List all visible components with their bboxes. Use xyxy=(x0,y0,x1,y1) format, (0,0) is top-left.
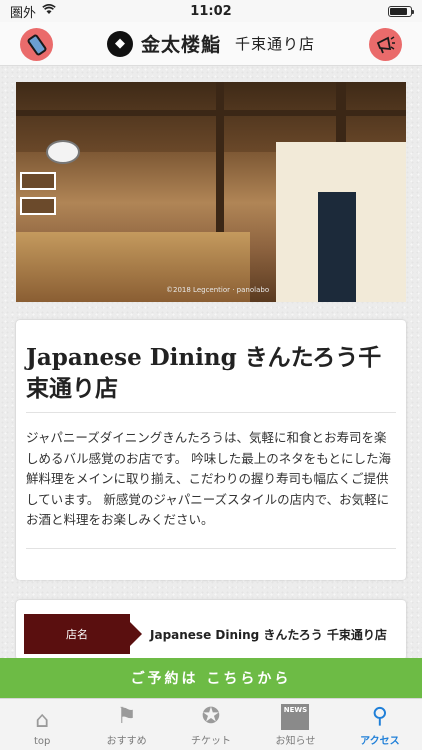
tab-recommend[interactable]: ⚑ おすすめ xyxy=(84,699,168,750)
brand-name: 金太楼鮨 xyxy=(140,34,221,56)
wifi-icon xyxy=(42,3,56,19)
store-description-card: Japanese Dining きんたろう千束通り店 ジャパニーズダイニングきん… xyxy=(16,320,406,580)
reservation-button[interactable]: ご予約は こちらから xyxy=(0,658,422,698)
phone-call-button[interactable] xyxy=(20,28,53,61)
brand-mark-icon: ◆ xyxy=(106,30,133,57)
status-bar: 圏外 11:02 xyxy=(0,0,422,22)
info-row-store-name: 店名 Japanese Dining きんたろう 千束通り店 xyxy=(24,614,398,654)
sign-icon: ⚑ xyxy=(116,704,137,729)
battery-fill xyxy=(390,7,407,15)
house-icon: ⌂ xyxy=(35,708,50,733)
announcement-button[interactable] xyxy=(369,28,402,61)
photo-thumbnail[interactable] xyxy=(20,172,56,190)
divider xyxy=(26,412,396,413)
carrier-label: 圏外 xyxy=(10,5,37,21)
map-pin-icon: ⚲ xyxy=(371,704,388,729)
photo-credit: ©2018 Legcentior · panolabo xyxy=(166,286,270,294)
ticket-icon: ✪ xyxy=(201,704,221,729)
tab-label: top xyxy=(34,736,51,747)
info-value: Japanese Dining きんたろう 千束通り店 xyxy=(150,627,387,642)
tab-bar: ⌂ top ⚑ おすすめ ✪ チケット NEWS お知らせ ⚲ アクセス xyxy=(0,698,422,750)
photo-thumbnail[interactable] xyxy=(20,197,56,215)
brand-branch: 千束通り店 xyxy=(235,35,316,53)
tab-label: アクセス xyxy=(360,736,400,747)
tab-label: お知らせ xyxy=(275,736,316,747)
photo-beam xyxy=(16,110,406,116)
app-header: ◆ 金太楼鮨 千束通り店 xyxy=(0,22,422,66)
tab-label: おすすめ xyxy=(106,736,147,747)
news-icon: NEWS xyxy=(281,704,310,730)
store-interior-photo[interactable]: ©2018 Legcentior · panolabo xyxy=(16,82,406,302)
tab-news[interactable]: NEWS お知らせ xyxy=(253,699,337,750)
info-label: 店名 xyxy=(24,614,142,654)
brand-logo: ◆ 金太楼鮨 千束通り店 xyxy=(106,30,316,57)
store-info-card: 店名 Japanese Dining きんたろう 千束通り店 xyxy=(16,600,406,660)
tab-ticket[interactable]: ✪ チケット xyxy=(169,699,253,750)
tab-access[interactable]: ⚲ アクセス xyxy=(338,699,422,750)
store-title: Japanese Dining きんたろう千束通り店 xyxy=(26,344,382,402)
photo-clock xyxy=(46,140,80,164)
photo-door xyxy=(318,192,356,302)
status-time: 11:02 xyxy=(190,3,232,19)
status-left: 圏外 xyxy=(10,2,56,21)
smartphone-icon xyxy=(25,32,48,57)
megaphone-icon xyxy=(376,35,395,53)
battery-icon xyxy=(388,5,414,17)
divider xyxy=(26,548,396,549)
tab-label: チケット xyxy=(191,736,232,747)
tab-top[interactable]: ⌂ top xyxy=(0,699,84,750)
store-description: ジャパニーズダイニングきんたろうは、気軽に和食とお寿司を楽しめるバル感覚のお店で… xyxy=(26,430,391,527)
